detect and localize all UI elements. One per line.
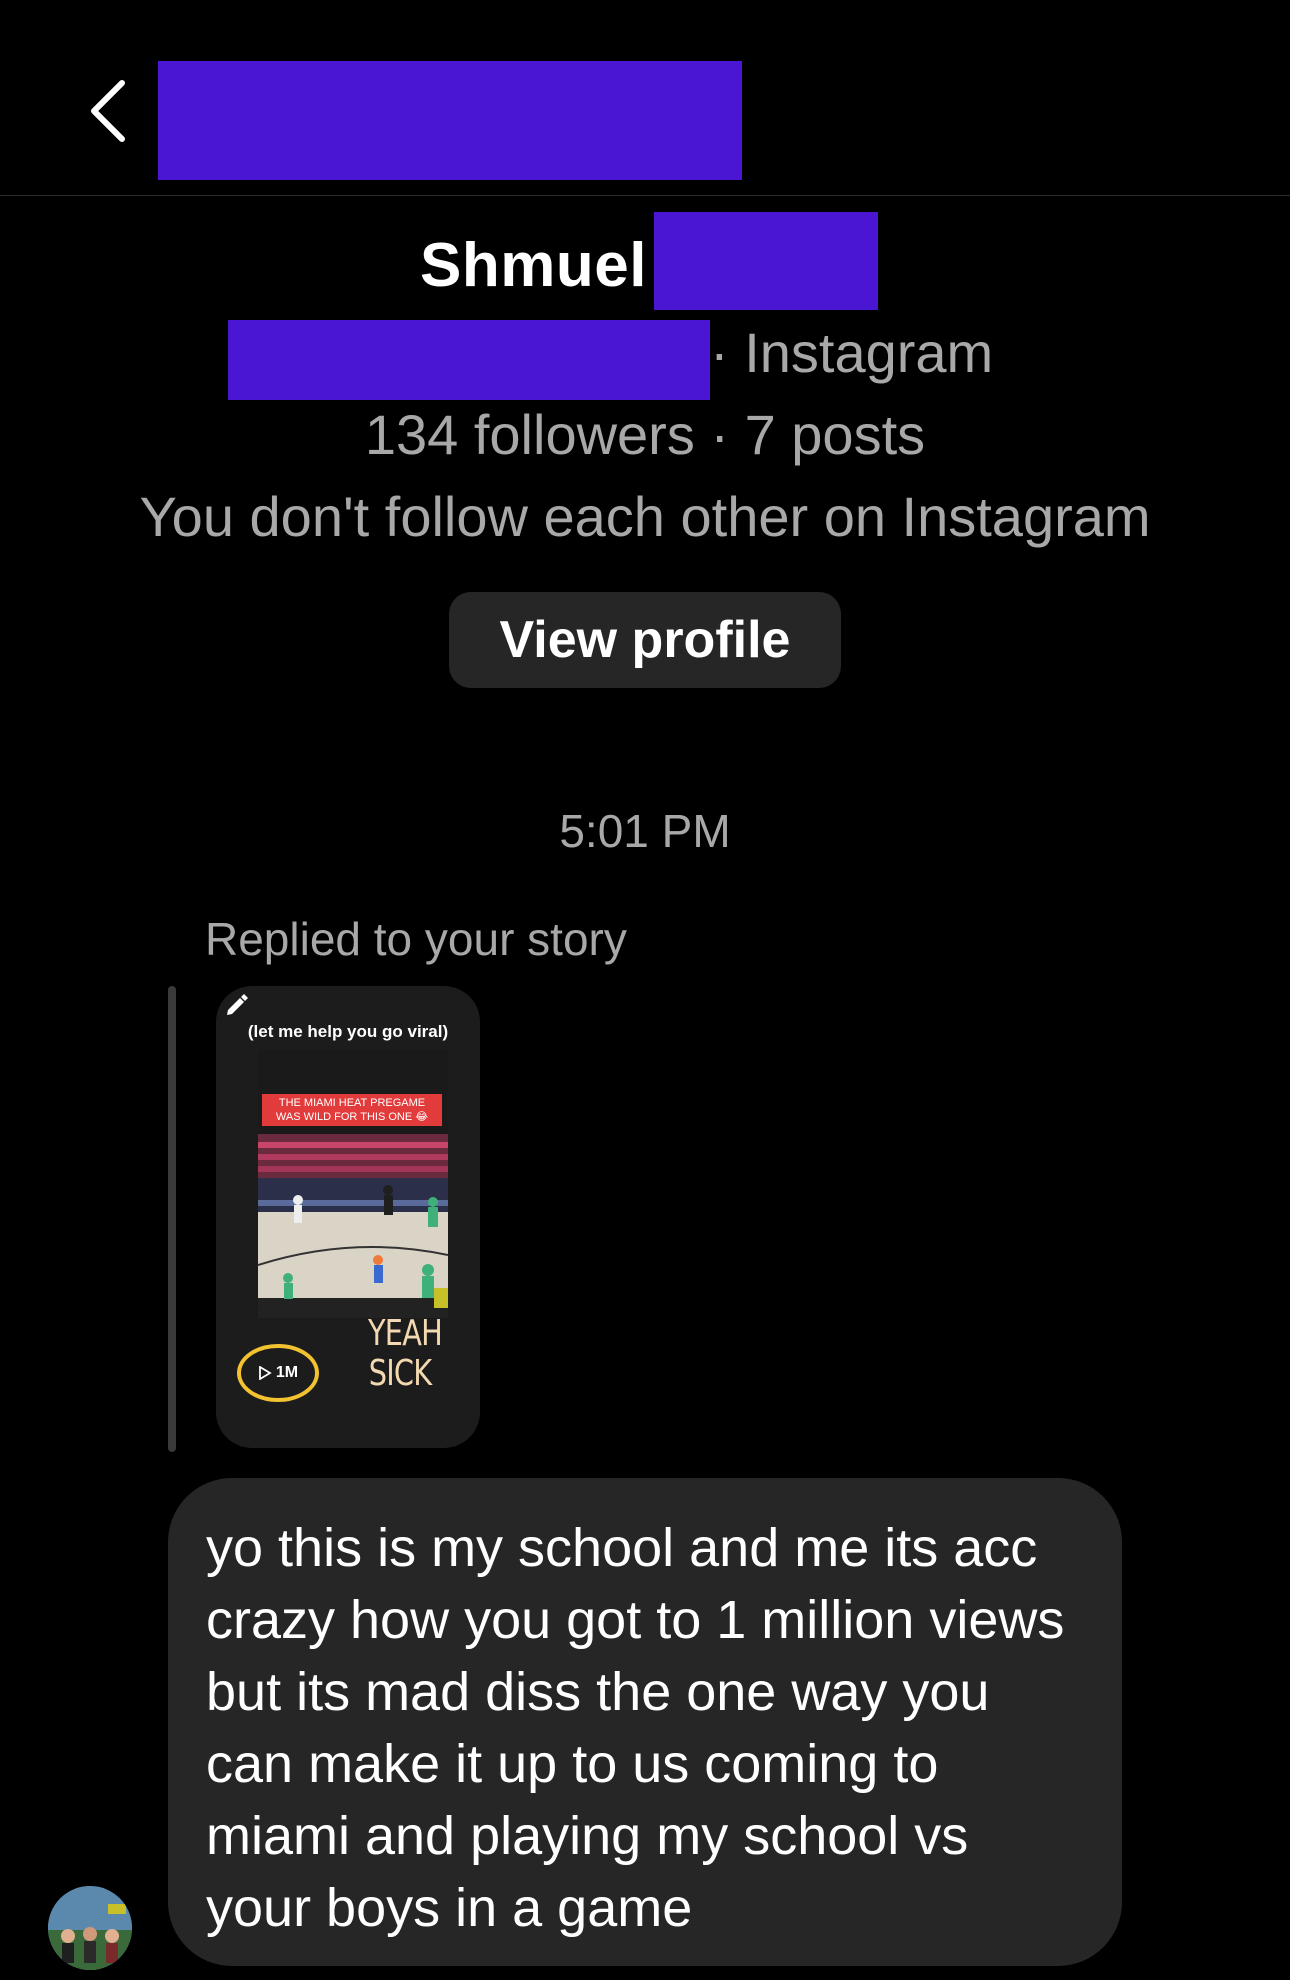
reply-indicator-bar bbox=[168, 986, 176, 1452]
redacted-surname bbox=[654, 212, 878, 310]
profile-name-row: Shmuel bbox=[0, 212, 1290, 312]
follow-status-note: You don't follow each other on Instagram bbox=[139, 485, 1151, 548]
chevron-left-icon bbox=[91, 80, 125, 142]
avatar-icon[interactable] bbox=[48, 1886, 132, 1970]
court-scene bbox=[258, 1050, 448, 1318]
message-timestamp: 5:01 PM bbox=[559, 805, 731, 857]
redacted-handle bbox=[228, 320, 710, 400]
profile-platform: · Instagram bbox=[710, 321, 994, 384]
profile-name: Shmuel bbox=[420, 231, 647, 300]
chat-header bbox=[0, 0, 1290, 196]
redacted-username bbox=[158, 61, 742, 180]
view-count-badge: 1M bbox=[236, 1343, 320, 1403]
story-overlay-text: (let me help you go viral) bbox=[247, 1022, 449, 1041]
play-icon bbox=[258, 1366, 272, 1380]
profile-stats: 134 followers · 7 posts bbox=[364, 403, 926, 466]
message-bubble[interactable]: yo this is my school and me its acc craz… bbox=[168, 1478, 1122, 1966]
view-count: 1M bbox=[275, 1364, 299, 1381]
video-caption: THE MIAMI HEAT PREGAME WAS WILD FOR THIS… bbox=[262, 1094, 442, 1126]
story-reply-label: Replied to your story bbox=[205, 913, 627, 965]
view-profile-button[interactable]: View profile bbox=[449, 592, 841, 688]
story-video-thumbnail: THE MIAMI HEAT PREGAME WAS WILD FOR THIS… bbox=[258, 1050, 448, 1318]
pencil-icon bbox=[227, 994, 248, 1015]
handwritten-annotation: YEAH SICK bbox=[368, 1313, 443, 1394]
back-button[interactable] bbox=[80, 72, 136, 150]
story-preview[interactable]: (let me help you go viral) THE MIAMI HEA… bbox=[216, 986, 480, 1448]
